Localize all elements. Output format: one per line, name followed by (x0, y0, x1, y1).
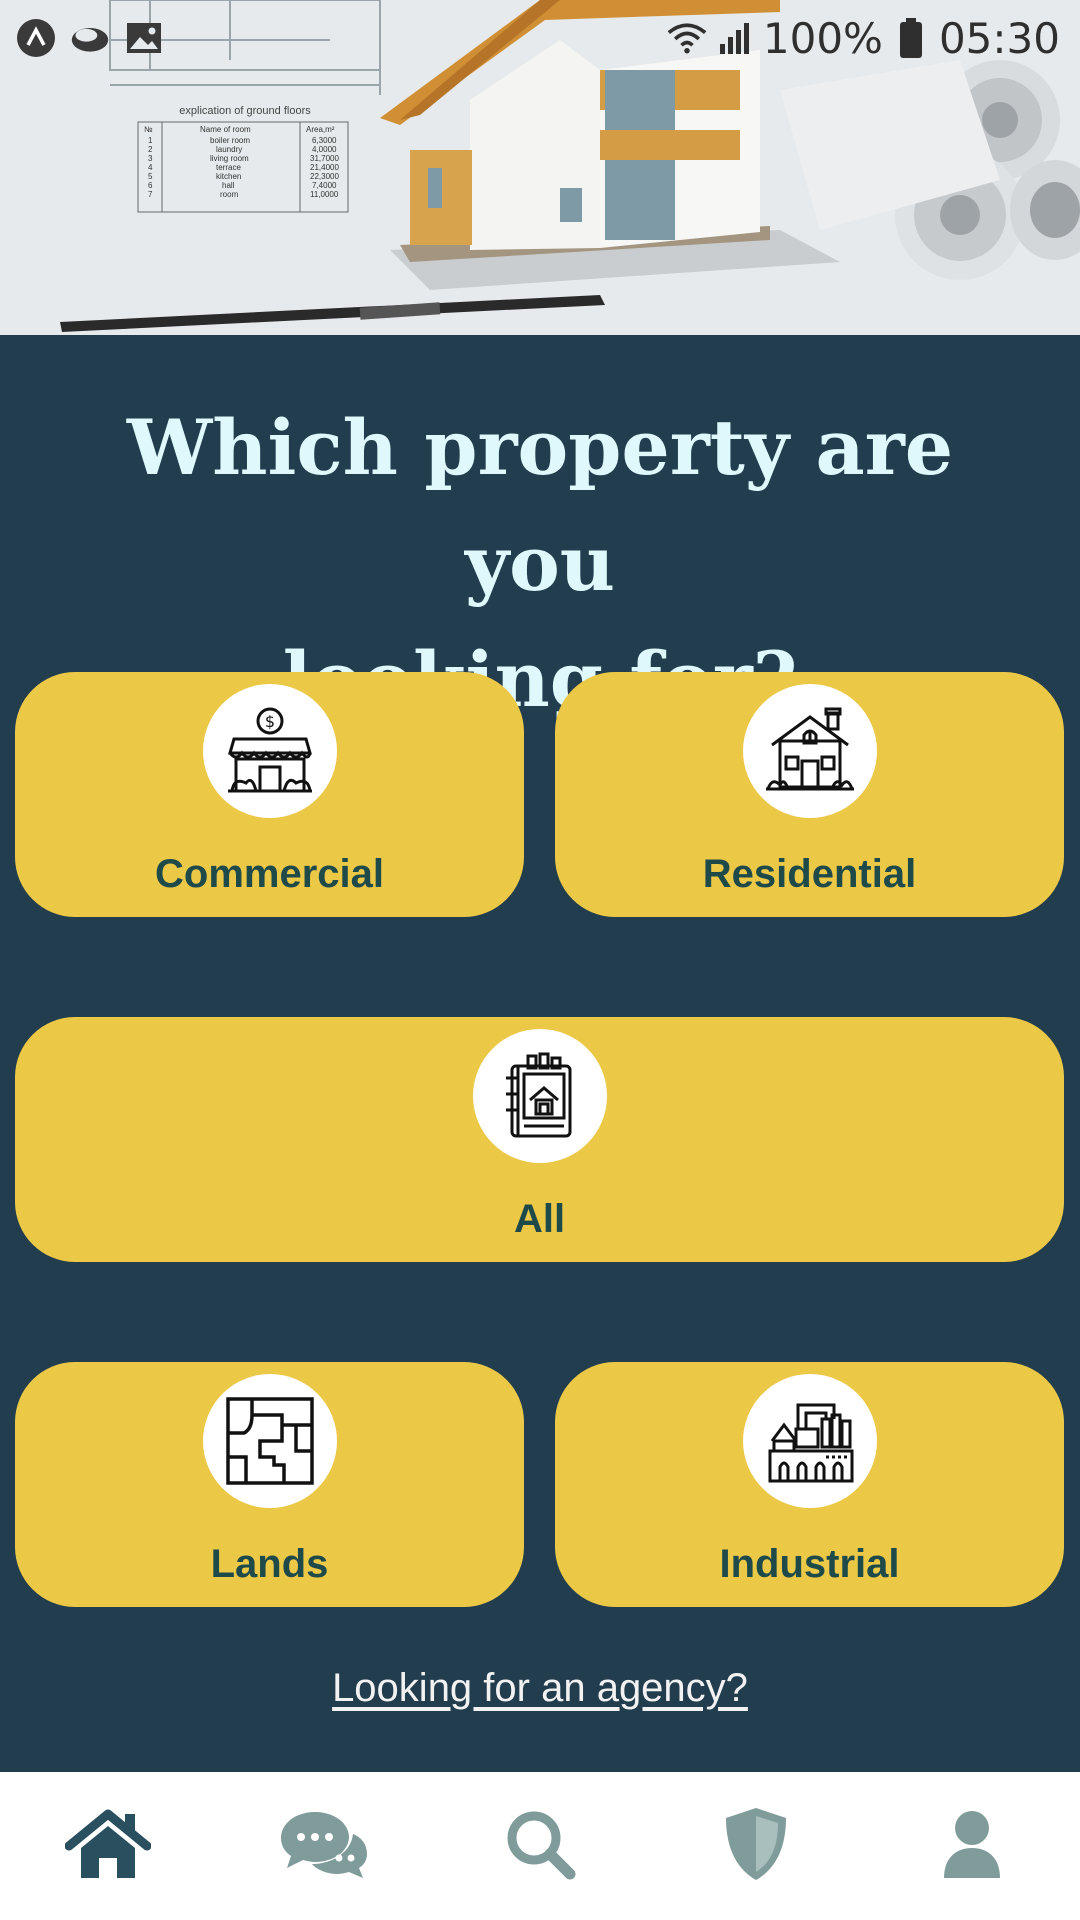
svg-text:21,4000: 21,4000 (310, 163, 339, 172)
svg-text:boiler room: boiler room (210, 136, 250, 145)
svg-text:terrace: terrace (216, 163, 241, 172)
svg-text:22,3000: 22,3000 (310, 172, 339, 181)
svg-text:hall: hall (222, 181, 235, 190)
app-a-icon (16, 18, 56, 58)
svg-text:kitchen: kitchen (216, 172, 241, 181)
svg-text:explication of ground floors: explication of ground floors (179, 105, 311, 117)
category-industrial-button[interactable]: Industrial (555, 1362, 1064, 1607)
svg-text:31,7000: 31,7000 (310, 154, 339, 163)
page-title-line-1: Which property are you (126, 403, 954, 608)
svg-text:6,3000: 6,3000 (312, 136, 337, 145)
svg-text:1: 1 (148, 136, 153, 145)
battery-icon (891, 18, 931, 58)
house-icon (743, 684, 877, 818)
nav-profile-button[interactable] (912, 1786, 1032, 1906)
svg-text:5: 5 (148, 172, 153, 181)
property-catalog-icon (473, 1029, 607, 1163)
status-bar: 100% 05:30 (0, 0, 1080, 76)
category-lands-button[interactable]: Lands (15, 1362, 524, 1607)
category-all-button[interactable]: All (15, 1017, 1064, 1262)
storefront-icon: $ (203, 684, 337, 818)
status-right: 100% 05:30 (667, 14, 1060, 63)
looking-for-agency-link[interactable]: Looking for an agency? (0, 1666, 1080, 1711)
svg-text:7: 7 (148, 190, 153, 199)
category-commercial-button[interactable]: $ Commercial (15, 672, 524, 917)
svg-text:4: 4 (148, 163, 153, 172)
svg-text:11,0000: 11,0000 (310, 190, 339, 199)
home-icon (64, 1808, 152, 1885)
nav-home-button[interactable] (48, 1786, 168, 1906)
svg-text:room: room (220, 190, 239, 199)
svg-text:2: 2 (148, 145, 153, 154)
clock: 05:30 (938, 13, 1060, 63)
image-icon (124, 18, 164, 58)
wifi-icon (667, 18, 707, 58)
svg-text:living room: living room (210, 154, 249, 163)
category-label: Industrial (719, 1542, 900, 1586)
battery-percent: 100% (762, 13, 883, 63)
svg-text:$: $ (265, 712, 275, 731)
floor-plan-icon (203, 1374, 337, 1508)
svg-text:laundry: laundry (216, 145, 242, 154)
factory-icon (743, 1374, 877, 1508)
user-icon (942, 1808, 1002, 1885)
svg-text:7,4000: 7,4000 (312, 181, 337, 190)
category-label: Lands (210, 1542, 329, 1586)
nav-search-button[interactable] (480, 1786, 600, 1906)
category-label: Commercial (155, 852, 384, 896)
svg-text:4,0000: 4,0000 (312, 145, 337, 154)
svg-text:№: № (144, 125, 153, 134)
category-label: Residential (702, 852, 917, 896)
category-label: All (513, 1197, 566, 1241)
signal-icon (715, 18, 755, 58)
svg-text:Area,m²: Area,m² (306, 125, 335, 134)
nav-shield-button[interactable] (696, 1786, 816, 1906)
category-residential-button[interactable]: Residential (555, 672, 1064, 917)
svg-text:3: 3 (148, 154, 153, 163)
chat-icon (279, 1808, 369, 1885)
nav-chat-button[interactable] (264, 1786, 384, 1906)
status-left-icons (16, 18, 164, 58)
bottom-navigation (0, 1772, 1080, 1920)
shield-icon (722, 1806, 790, 1887)
svg-text:Name of room: Name of room (200, 125, 251, 134)
search-icon (504, 1808, 576, 1885)
cloud-icon (70, 18, 110, 58)
svg-text:6: 6 (148, 181, 153, 190)
